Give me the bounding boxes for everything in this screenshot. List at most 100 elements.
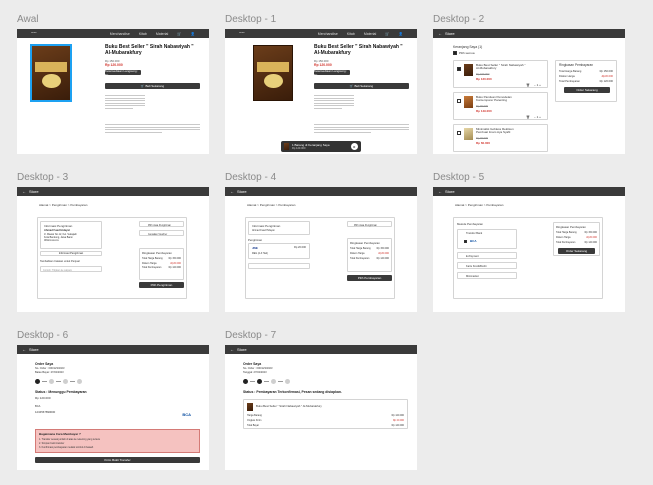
payment-option-bank[interactable]: Transfer Bank BCA (457, 229, 517, 249)
frame-desktop-2: ← Store Keranjang Saya (1) Pilih semua Bu… (433, 29, 625, 154)
shipping-select[interactable]: Pilih Jasa Pengiriman (139, 221, 184, 227)
trash-icon[interactable]: 🗑 (526, 83, 530, 87)
summary-row-label: Diskon Harga (142, 262, 157, 265)
product-price: Rp 120.000 (314, 63, 332, 67)
edit-address-button[interactable]: Informasi Pengiriman (40, 251, 102, 256)
frame-awal: ~~ Merchandise Kitab Material 🛒 👤 Buku B… (17, 29, 209, 154)
order-status: Status : Menunggu Pembayaran (35, 390, 87, 394)
shipping-dropdown[interactable] (248, 263, 310, 269)
select-all-label: Pilih semua (459, 51, 475, 55)
top-navbar: ~~ Merchandise Kitab Material 🛒 👤 (17, 29, 209, 38)
breadcrumb: Alamat > Pengiriman > Pembayaran (39, 203, 88, 207)
product-title: Buku Best Seller " Sirah Nabawiyah " Al-… (105, 44, 194, 56)
instruction-step: 3. Konfirmasi pembayaran melalui tombol … (39, 446, 94, 449)
step-dot (243, 379, 248, 384)
choose-shipping-button[interactable]: Pilih Pengiriman (139, 282, 184, 288)
frame-desktop-1: ~~ Merchandise Kitab Material 🛒 👤 Buku B… (225, 29, 417, 154)
shipping-select-label: Pilih Jasa Pengiriman (354, 223, 377, 227)
back-button[interactable]: ← Store (230, 347, 247, 352)
shipping-title: Pengiriman (248, 238, 263, 242)
item-price: Rp 60.000 (476, 141, 491, 145)
courier-card[interactable]: JNE REG (2-3 Hari) Rp 20.000 (248, 243, 310, 259)
note-input[interactable]: Contoh: Titipkan ke satpam (40, 266, 102, 272)
product-image (253, 45, 293, 101)
note-placeholder: Contoh: Titipkan ke satpam (43, 268, 72, 272)
summary-row-value: -Rp30.000 (585, 236, 597, 239)
order-now-button[interactable]: Order Sekarang (558, 248, 595, 254)
frame-desktop-6: ← Store Order Saya No. Order : 000/123/20… (17, 345, 209, 470)
item-thumb (464, 128, 473, 140)
summary-row-label: Total Harga Barang (142, 257, 163, 260)
logo[interactable]: ~~ (239, 31, 244, 36)
summary-title: Ringkasan Pembayaran (559, 63, 594, 67)
courier-logo: JNE (252, 246, 258, 250)
voucher-select[interactable]: Gunakan Voucher (139, 230, 184, 236)
trash-icon[interactable]: 🗑 (526, 115, 530, 119)
top-navbar: ← Store (225, 345, 417, 354)
cart-icon[interactable]: 🛒 (385, 32, 389, 36)
payment-option-card[interactable]: Kartu Kredit/Debit (457, 262, 517, 269)
back-button[interactable]: ← Store (22, 347, 39, 352)
frame-desktop-3: ← Store Alamat > Pengiriman > Pembayaran … (17, 187, 209, 312)
top-navbar: ← Store (17, 187, 209, 196)
cart-icon[interactable]: 🛒 (177, 32, 181, 36)
add-to-cart-button[interactable]: 🛒 Beli Sekarang (314, 83, 409, 89)
summary-total: Rp 140.000 (584, 241, 597, 244)
nav-merchandise[interactable]: Merchandise (110, 32, 130, 36)
address-name: Ahmad Fuad Hidayat (252, 229, 275, 232)
item-checkbox[interactable] (457, 131, 461, 135)
top-navbar: ← Store (433, 187, 625, 196)
quantity-stepper[interactable]: − 1 + (534, 83, 541, 87)
summary-row-value: -Rp30.000 (377, 252, 389, 255)
item-checkbox[interactable] (457, 99, 461, 103)
back-button[interactable]: ← Store (230, 189, 247, 194)
back-button[interactable]: ← Store (22, 189, 39, 194)
bca-radio[interactable] (464, 240, 467, 243)
step-dot (285, 379, 290, 384)
logo[interactable]: ~~ (31, 31, 36, 36)
frame-label-desktop-4: Desktop - 4 (225, 172, 277, 183)
toast-arrow-icon[interactable]: ▸ (351, 143, 358, 150)
user-icon[interactable]: 👤 (399, 32, 403, 36)
summary-card: Ringkasan Pembayaran Total Harga Barang … (139, 248, 184, 280)
choose-payment-button[interactable]: Pilih Pembayaran (347, 275, 392, 281)
arrow-left-icon: ← (438, 189, 442, 194)
order-row-value: Rp 120.000 (391, 414, 404, 417)
item-price: Rp 149.000 (476, 109, 492, 113)
shipping-select[interactable]: Pilih Jasa Pengiriman (347, 221, 392, 227)
send-proof-button[interactable]: Kirim Bukti Transfer (35, 457, 200, 463)
order-progress (35, 379, 82, 384)
cart-toast[interactable]: 1 Barang di Keranjang Saya Rp 120.000 ▸ (281, 141, 361, 152)
user-icon[interactable]: 👤 (191, 32, 195, 36)
summary-title: Ringkasan Pembayaran (556, 225, 586, 229)
item-checkbox[interactable] (457, 67, 461, 71)
address-card: Informasi Pengiriman Ahmad Fuad Hidayat … (40, 221, 102, 249)
order-row-value: Rp 20.000 (392, 419, 404, 422)
payment-option-label: Kartu Kredit/Debit (466, 265, 487, 268)
order-date: Batas Bayar: 27/02/2023 (35, 371, 64, 374)
bca-logo: BCA (182, 412, 191, 417)
checkout-button[interactable]: Order Sekarang (564, 87, 610, 93)
quantity-stepper[interactable]: − 1 + (534, 115, 541, 119)
summary-row-value: Rp 150.000 (599, 70, 613, 73)
select-all-checkbox[interactable] (453, 51, 457, 55)
nav-merchandise[interactable]: Merchandise (318, 32, 338, 36)
instructions-title: Bagaimana Cara Membayar ? (39, 432, 81, 436)
summary-row-value: -Rp30.000 (169, 262, 181, 265)
payment-option-epayment[interactable]: E-Payment (457, 252, 517, 259)
stock-button[interactable]: Ketersediaan Langsung: Ya (105, 69, 141, 77)
payment-option-label: Minimarket (466, 275, 479, 278)
add-to-cart-button[interactable]: 🛒 Beli Sekarang (105, 83, 200, 89)
nav-material[interactable]: Material (156, 32, 168, 36)
nav-kitab[interactable]: Kitab (139, 32, 147, 36)
nav-material[interactable]: Material (364, 32, 376, 36)
breadcrumb: Alamat > Pengiriman > Pembayaran (247, 203, 296, 207)
stock-button[interactable]: Ketersediaan Langsung: Ya (314, 69, 350, 77)
order-date: Tanggal: 27/02/2023 (243, 371, 267, 374)
order-row-value: Rp 140.000 (391, 424, 404, 427)
payment-option-minimarket[interactable]: Minimarket (457, 272, 517, 279)
back-button[interactable]: ← Store (438, 31, 455, 36)
address-line: 0812xxxxxxxx (44, 239, 59, 242)
back-button[interactable]: ← Store (438, 189, 455, 194)
nav-kitab[interactable]: Kitab (347, 32, 355, 36)
